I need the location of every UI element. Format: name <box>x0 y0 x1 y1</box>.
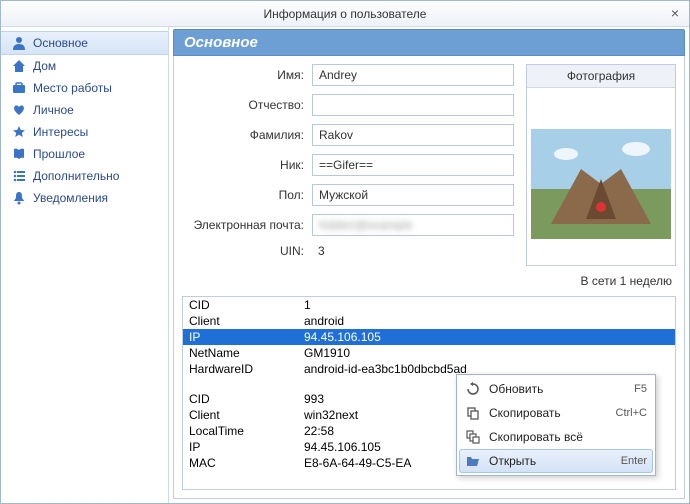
row-key: MAC <box>189 456 304 470</box>
sidebar-item-main[interactable]: Основное <box>1 31 168 55</box>
sidebar-item-label: Интересы <box>33 125 88 139</box>
row-key: CID <box>189 392 304 406</box>
sidebar-item-label: Дом <box>33 59 56 73</box>
briefcase-icon <box>11 80 27 96</box>
row-key: LocalTime <box>189 424 304 438</box>
nick-label: Ник: <box>182 158 312 172</box>
star-icon <box>11 124 27 140</box>
copy-icon <box>465 405 481 421</box>
ctx-refresh[interactable]: Обновить F5 <box>459 377 653 401</box>
email-label: Электронная почта: <box>182 218 312 232</box>
sidebar-item-personal[interactable]: Личное <box>1 99 168 121</box>
row-key: IP <box>189 330 304 344</box>
ctx-open[interactable]: Открыть Enter <box>459 449 653 473</box>
titlebar: Информация о пользователе × <box>1 1 689 27</box>
sidebar-item-home[interactable]: Дом <box>1 55 168 77</box>
ctx-shortcut: Enter <box>621 455 647 467</box>
sidebar-item-label: Место работы <box>33 81 112 95</box>
form-area: Имя:Andrey Отчество: Фамилия:Rakov Ник:=… <box>182 64 676 266</box>
sidebar-item-work[interactable]: Место работы <box>1 77 168 99</box>
bell-icon <box>11 190 27 206</box>
context-menu: Обновить F5 Скопировать Ctrl+C Скопирова… <box>456 374 656 476</box>
gender-label: Пол: <box>182 188 312 202</box>
photo-box: Фотография <box>526 64 676 266</box>
book-icon <box>11 146 27 162</box>
content: Имя:Andrey Отчество: Фамилия:Rakov Ник:=… <box>173 56 685 499</box>
folder-open-icon <box>465 453 481 469</box>
nick-field[interactable]: ==Gifer== <box>312 154 514 176</box>
user-icon <box>11 35 27 51</box>
uin-label: UIN: <box>182 244 312 258</box>
gender-field[interactable]: Мужской <box>312 184 514 206</box>
body: Основное Дом Место работы Личное Интерес… <box>1 27 689 503</box>
last-label: Фамилия: <box>182 128 312 142</box>
sidebar-item-notifications[interactable]: Уведомления <box>1 187 168 209</box>
ctx-label: Скопировать всё <box>489 430 639 444</box>
ctx-label: Открыть <box>489 454 613 468</box>
section-header: Основное <box>173 29 685 56</box>
home-icon <box>11 58 27 74</box>
photo-header: Фотография <box>527 65 675 88</box>
sidebar-item-label: Прошлое <box>33 147 85 161</box>
user-photo[interactable] <box>527 88 675 265</box>
sidebar-item-label: Личное <box>33 103 74 117</box>
ctx-label: Скопировать <box>489 406 608 420</box>
table-row[interactable]: Clientandroid <box>183 313 675 329</box>
name-field[interactable]: Andrey <box>312 64 514 86</box>
ctx-copy-all[interactable]: Скопировать всё <box>459 425 653 449</box>
sidebar-item-label: Уведомления <box>33 191 108 205</box>
heart-icon <box>11 102 27 118</box>
table-row[interactable]: IP94.45.106.105 <box>183 329 675 345</box>
refresh-icon <box>465 381 481 397</box>
row-key: IP <box>189 440 304 454</box>
close-icon[interactable]: × <box>667 5 683 21</box>
middle-label: Отчество: <box>182 98 312 112</box>
copy-all-icon <box>465 429 481 445</box>
name-label: Имя: <box>182 68 312 82</box>
row-value: 1 <box>304 298 669 312</box>
main-panel: Основное Имя:Andrey Отчество: Фамилия:Ra… <box>169 27 689 503</box>
row-value: 94.45.106.105 <box>304 330 669 344</box>
middle-field[interactable] <box>312 94 514 116</box>
sidebar: Основное Дом Место работы Личное Интерес… <box>1 27 169 503</box>
row-value: android <box>304 314 669 328</box>
sidebar-item-label: Основное <box>33 36 88 50</box>
row-key: CID <box>189 298 304 312</box>
ctx-label: Обновить <box>489 382 626 396</box>
uin-value: 3 <box>312 244 325 258</box>
row-key: NetName <box>189 346 304 360</box>
sidebar-item-interests[interactable]: Интересы <box>1 121 168 143</box>
sidebar-item-label: Дополнительно <box>33 169 119 183</box>
ctx-shortcut: F5 <box>634 383 647 395</box>
row-key: Client <box>189 408 304 422</box>
list-icon <box>11 168 27 184</box>
form-fields: Имя:Andrey Отчество: Фамилия:Rakov Ник:=… <box>182 64 514 266</box>
email-field[interactable]: hidden@example <box>312 214 514 236</box>
row-key: Client <box>189 314 304 328</box>
ctx-shortcut: Ctrl+C <box>616 407 647 419</box>
sidebar-item-past[interactable]: Прошлое <box>1 143 168 165</box>
last-field[interactable]: Rakov <box>312 124 514 146</box>
status-text: В сети 1 неделю <box>182 272 676 290</box>
sidebar-item-additional[interactable]: Дополнительно <box>1 165 168 187</box>
row-key: HardwareID <box>189 362 304 376</box>
window-title: Информация о пользователе <box>264 7 427 21</box>
row-value: GM1910 <box>304 346 669 360</box>
ctx-copy[interactable]: Скопировать Ctrl+C <box>459 401 653 425</box>
table-row[interactable]: CID1 <box>183 297 675 313</box>
table-row[interactable]: NetNameGM1910 <box>183 345 675 361</box>
